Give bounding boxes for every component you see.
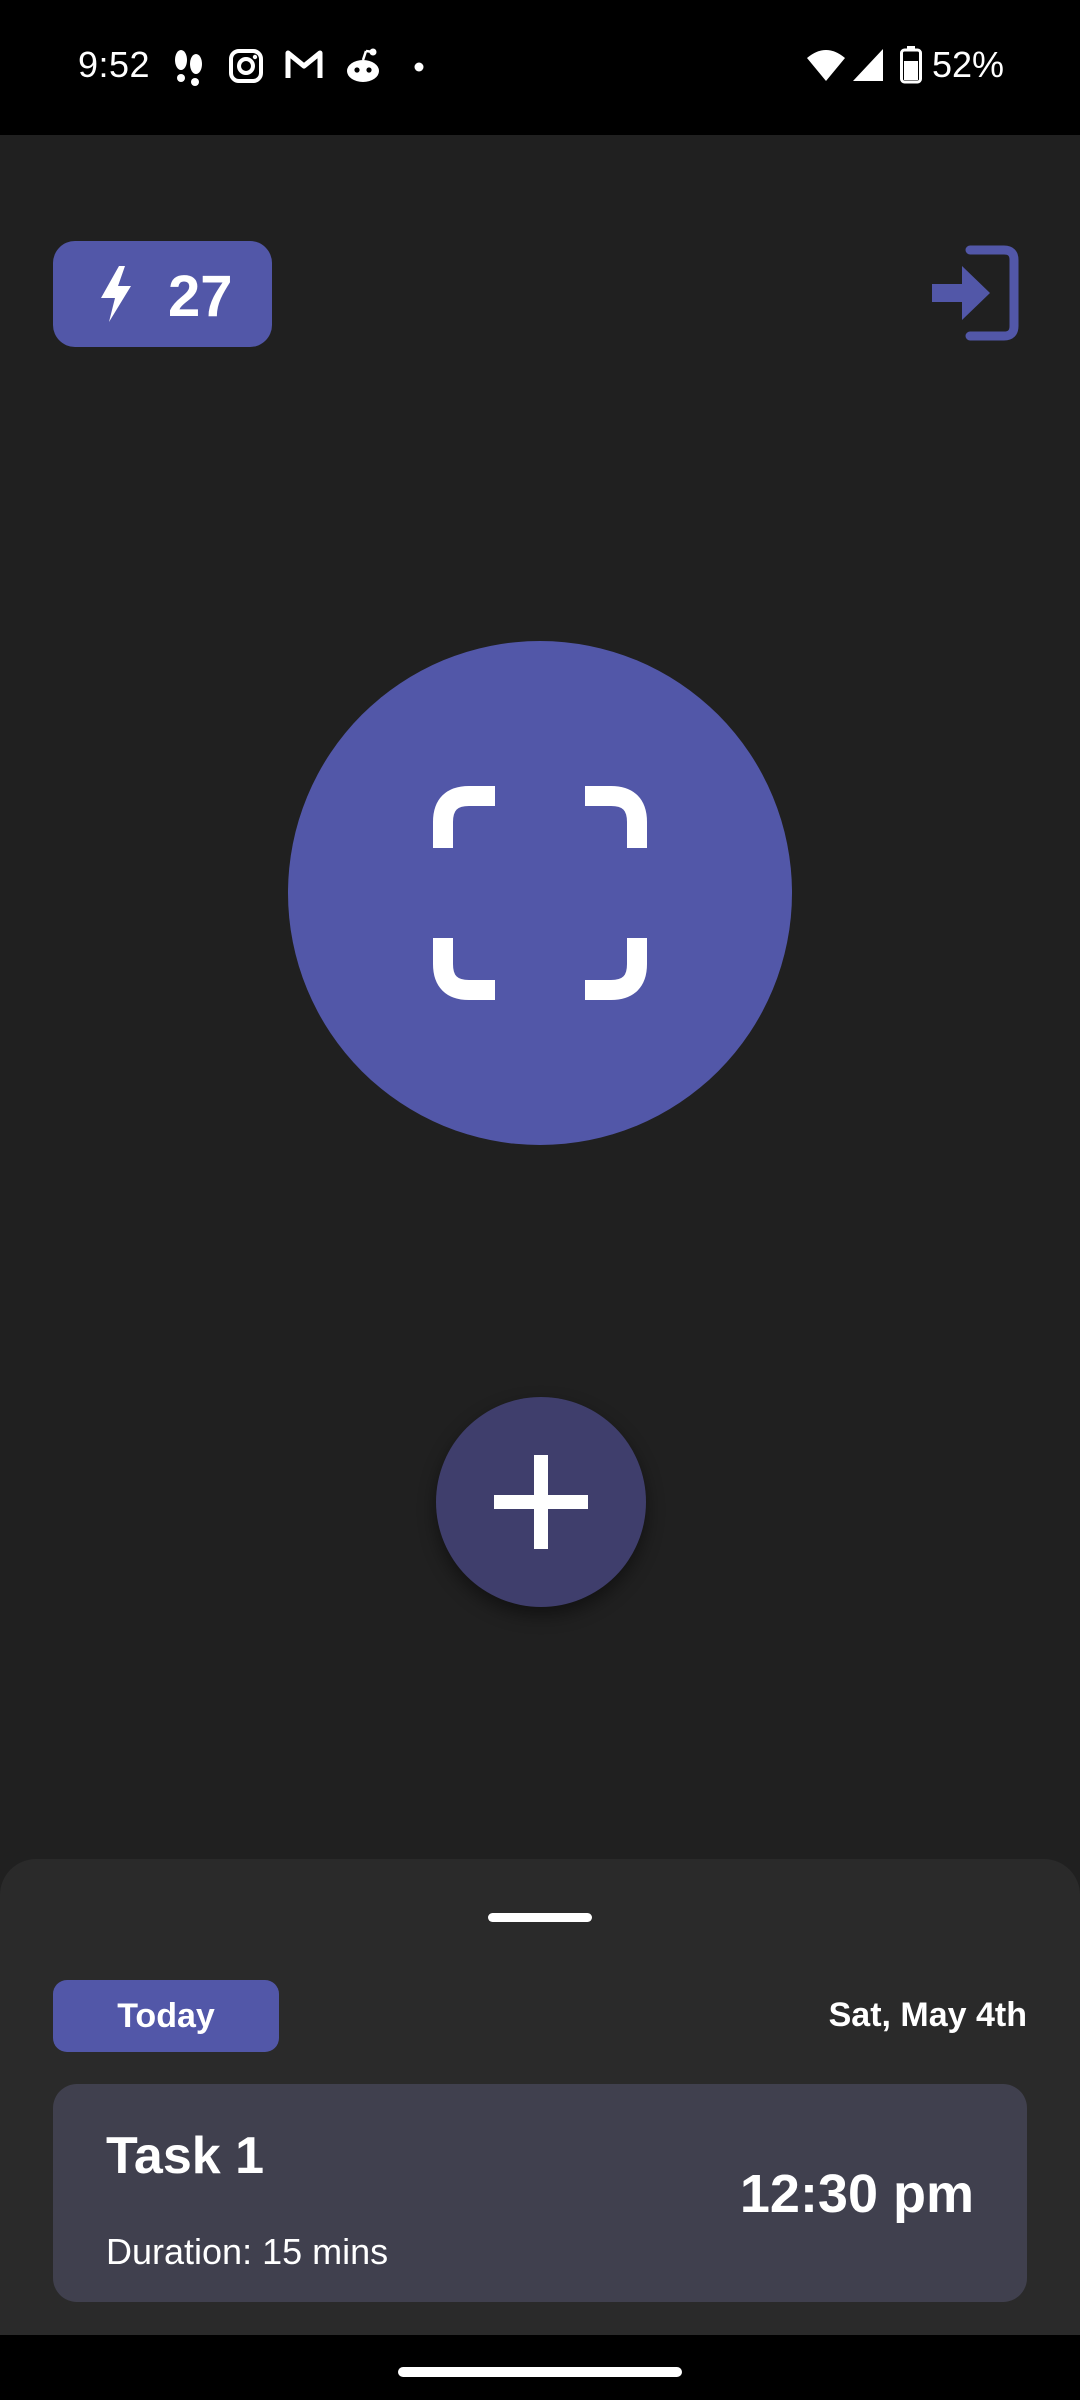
add-task-button[interactable]: [436, 1397, 646, 1607]
schedule-sheet: Today Sat, May 4th Task 1 Duration: 15 m…: [0, 1859, 1080, 2335]
task-title: Task 1: [106, 2127, 265, 2185]
login-arrow-icon: [932, 245, 1019, 341]
scan-frame-icon: [433, 786, 647, 1000]
status-bar: 9:52 52%: [0, 0, 1080, 135]
task-time: 12:30 pm: [739, 2164, 974, 2224]
task-duration: Duration: 15 mins: [106, 2231, 389, 2272]
wifi-icon: [807, 50, 845, 81]
date-label: Sat, May 4th: [828, 1996, 1027, 2034]
scan-button[interactable]: [288, 641, 792, 1145]
battery-icon: [900, 46, 922, 84]
lightning-bolt-icon: [101, 266, 131, 322]
sheet-drag-handle[interactable]: [488, 1913, 592, 1922]
plus-icon: [494, 1455, 588, 1549]
battery-percentage: 52%: [932, 44, 1005, 85]
instagram-icon: [229, 49, 263, 83]
home-indicator[interactable]: [398, 2367, 682, 2377]
gmail-icon: [285, 50, 323, 78]
task-card[interactable]: Task 1 Duration: 15 mins 12:30 pm: [53, 2084, 1027, 2302]
login-button[interactable]: [930, 244, 1020, 342]
signal-icon: [853, 49, 883, 81]
more-dot-icon: [414, 62, 424, 72]
streak-count: 27: [168, 264, 233, 329]
footsteps-icon: [175, 50, 202, 86]
navigation-bar: [0, 2335, 1080, 2400]
streak-badge[interactable]: 27: [53, 241, 272, 347]
today-button[interactable]: Today: [53, 1980, 279, 2052]
status-time: 9:52: [78, 44, 151, 85]
reddit-icon: [347, 48, 379, 82]
